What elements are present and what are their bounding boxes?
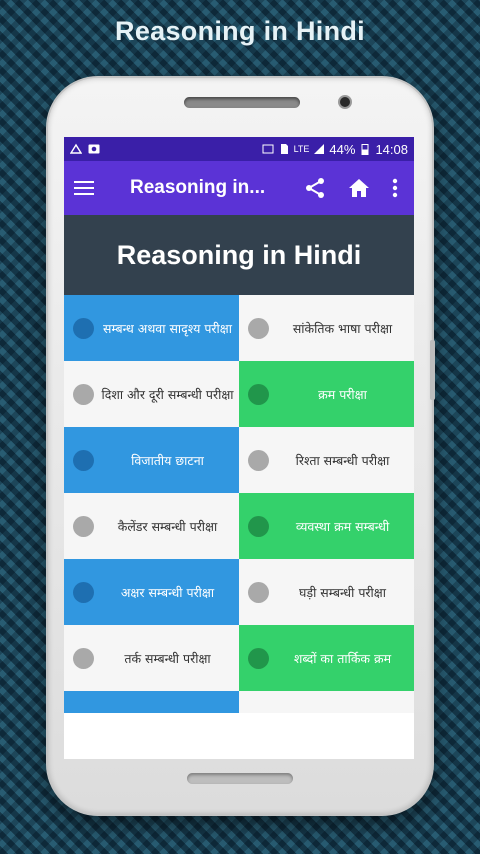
topic-label: शब्दों का तार्किक क्रम — [293, 650, 392, 666]
topic-grid: सम्बन्ध अथवा सादृश्य परीक्षा सांकेतिक भाष… — [64, 295, 414, 691]
topic-label: दिशा और दूरी सम्बन्धी परीक्षा — [101, 386, 234, 402]
banner-title: Reasoning in Hindi — [64, 215, 414, 295]
radio-dot-icon — [248, 581, 269, 603]
app-bar-title: Reasoning in... — [130, 177, 266, 198]
radio-dot-icon — [73, 581, 94, 603]
topic-label: अक्षर सम्बन्धी परीक्षा — [120, 584, 215, 600]
topic-item[interactable]: क्रम परीक्षा — [239, 361, 414, 427]
topic-item[interactable]: दिशा और दूरी सम्बन्धी परीक्षा — [64, 361, 239, 427]
partial-cell-right — [239, 691, 414, 713]
data-saver-icon — [70, 143, 82, 154]
radio-dot-icon — [248, 383, 269, 405]
sim-icon — [280, 144, 288, 154]
volte-icon — [262, 144, 274, 154]
menu-icon[interactable] — [74, 180, 94, 196]
radio-dot-icon — [73, 317, 94, 339]
topic-item[interactable]: अक्षर सम्बन्धी परीक्षा — [64, 559, 239, 625]
partial-row — [64, 691, 414, 713]
topic-item[interactable]: व्यवस्था क्रम सम्बन्धी — [239, 493, 414, 559]
topic-item[interactable]: सम्बन्ध अथवा सादृश्य परीक्षा — [64, 295, 239, 361]
radio-dot-icon — [248, 515, 269, 537]
app-bar: Reasoning in... — [64, 161, 414, 215]
phone-speaker — [184, 97, 300, 108]
topic-item[interactable]: सांकेतिक भाषा परीक्षा — [239, 295, 414, 361]
app-screen: LTE 44% 14:08 Reasoning in... Reasoning … — [64, 137, 414, 759]
phone-side-button — [430, 340, 435, 400]
topic-item[interactable]: विजातीय छाटना — [64, 427, 239, 493]
radio-dot-icon — [248, 449, 269, 471]
radio-dot-icon — [73, 449, 94, 471]
status-bar: LTE 44% 14:08 — [64, 137, 414, 161]
share-icon[interactable] — [304, 177, 326, 199]
more-vert-icon[interactable] — [392, 178, 398, 198]
lte-label: LTE — [293, 144, 310, 154]
battery-percent: 44% — [329, 141, 356, 157]
topic-label: रिश्ता सम्बन्धी परीक्षा — [295, 452, 390, 468]
home-icon[interactable] — [348, 177, 370, 199]
photo-notification-icon — [88, 144, 100, 154]
topic-item[interactable]: तर्क सम्बन्धी परीक्षा — [64, 625, 239, 691]
phone-camera — [338, 95, 352, 109]
partial-cell-left — [64, 691, 239, 713]
topic-label: सांकेतिक भाषा परीक्षा — [292, 320, 393, 336]
radio-dot-icon — [73, 647, 94, 669]
topic-label: सम्बन्ध अथवा सादृश्य परीक्षा — [103, 320, 232, 336]
topic-item[interactable]: कैलेंडर सम्बन्धी परीक्षा — [64, 493, 239, 559]
topic-item[interactable]: रिश्ता सम्बन्धी परीक्षा — [239, 427, 414, 493]
topic-label: विजातीय छाटना — [131, 452, 204, 468]
topic-label: घड़ी सम्बन्धी परीक्षा — [299, 584, 386, 600]
topic-label: तर्क सम्बन्धी परीक्षा — [124, 650, 211, 666]
topic-label: क्रम परीक्षा — [318, 386, 367, 402]
status-time: 14:08 — [375, 141, 408, 157]
topic-label: कैलेंडर सम्बन्धी परीक्षा — [117, 518, 218, 534]
topic-item[interactable]: घड़ी सम्बन्धी परीक्षा — [239, 559, 414, 625]
radio-dot-icon — [248, 647, 269, 669]
radio-dot-icon — [248, 317, 269, 339]
phone-bottom-bar — [187, 773, 293, 784]
topic-label: व्यवस्था क्रम सम्बन्धी — [295, 518, 390, 534]
signal-icon — [314, 144, 325, 154]
promo-title: Reasoning in Hindi — [115, 16, 365, 46]
radio-dot-icon — [73, 383, 94, 405]
radio-dot-icon — [73, 515, 94, 537]
topic-item[interactable]: शब्दों का तार्किक क्रम — [239, 625, 414, 691]
battery-icon — [361, 144, 369, 155]
